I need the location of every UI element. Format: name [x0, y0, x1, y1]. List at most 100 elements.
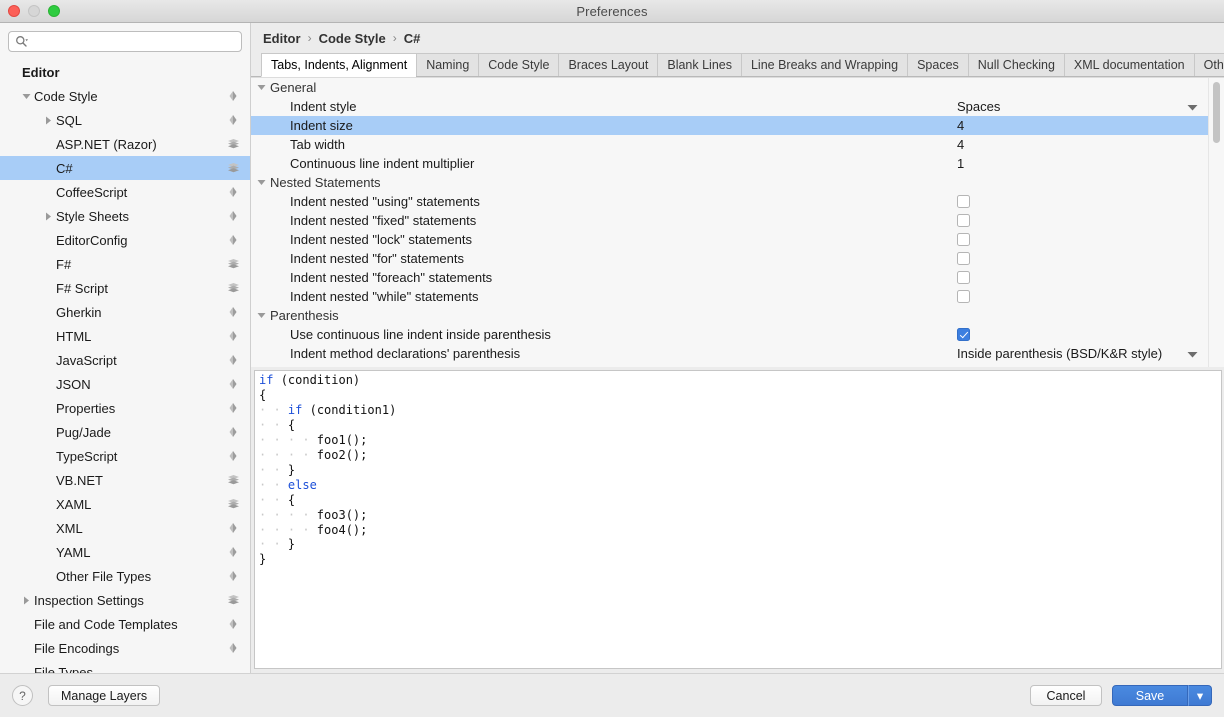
option-value-cell[interactable]: 4 [957, 137, 1208, 152]
tab-code-style[interactable]: Code Style [478, 53, 559, 76]
sidebar-item-gherkin[interactable]: Gherkin [0, 300, 250, 324]
code-keyword: if [287, 402, 303, 417]
option-row[interactable]: Nested Statements [251, 173, 1208, 192]
option-row[interactable]: Parenthesis [251, 306, 1208, 325]
sidebar-item-other-file-types[interactable]: Other File Types [0, 564, 250, 588]
twisty-collapsed-icon[interactable] [42, 116, 54, 125]
options-list[interactable]: General Indent style Spaces Indent size 4 Tab… [251, 78, 1208, 367]
option-value-cell[interactable] [957, 290, 1208, 303]
option-value-cell[interactable]: 1 [957, 156, 1208, 171]
tab-naming[interactable]: Naming [416, 53, 479, 76]
option-value-cell[interactable] [957, 233, 1208, 246]
search-input[interactable] [31, 34, 235, 49]
option-value-cell[interactable] [957, 195, 1208, 208]
help-button[interactable]: ? [12, 685, 33, 706]
option-value-cell[interactable]: Spaces [957, 99, 1208, 114]
sidebar-item-xml[interactable]: XML [0, 516, 250, 540]
diamond-icon [226, 618, 240, 630]
manage-layers-button[interactable]: Manage Layers [48, 685, 161, 706]
sidebar-item-c[interactable]: C# [0, 156, 250, 180]
sidebar-item-file-and-code-templates[interactable]: File and Code Templates [0, 612, 250, 636]
zoom-window-icon[interactable] [48, 5, 60, 17]
checkbox-unchecked[interactable] [957, 271, 970, 284]
twisty-collapsed-icon[interactable] [42, 212, 54, 221]
twisty-expanded-icon[interactable] [255, 83, 268, 92]
sidebar-item-file-encodings[interactable]: File Encodings [0, 636, 250, 660]
option-row[interactable]: Use continuous line indent inside parent… [251, 325, 1208, 344]
sidebar-item-file-types[interactable]: File Types [0, 660, 250, 674]
breadcrumb-item[interactable]: Code Style [319, 31, 386, 46]
sidebar-item-editor[interactable]: Editor [0, 60, 250, 84]
sidebar-item-json[interactable]: JSON [0, 372, 250, 396]
sidebar-item-asp-net-razor[interactable]: ASP.NET (Razor) [0, 132, 250, 156]
options-scrollbar-thumb[interactable] [1213, 82, 1220, 143]
checkbox-unchecked[interactable] [957, 195, 970, 208]
option-row[interactable]: Indent nested "for" statements [251, 249, 1208, 268]
tab-null-checking[interactable]: Null Checking [967, 53, 1064, 76]
tab-line-breaks-and-wrapping[interactable]: Line Breaks and Wrapping [740, 53, 908, 76]
sidebar-item-code-style[interactable]: Code Style [0, 84, 250, 108]
option-row[interactable]: Continuous line indent multiplier 1 [251, 154, 1208, 173]
code-preview[interactable]: if (condition){· · if (condition1) · · {·… [254, 370, 1222, 669]
breadcrumb-item[interactable]: C# [404, 31, 421, 46]
sidebar-item-sql[interactable]: SQL [0, 108, 250, 132]
tab-braces-layout[interactable]: Braces Layout [558, 53, 658, 76]
option-row[interactable]: Indent nested "fixed" statements [251, 211, 1208, 230]
option-row[interactable]: Indent size 4 [251, 116, 1208, 135]
tab-spaces[interactable]: Spaces [907, 53, 968, 76]
settings-tree[interactable]: Editor Code Style SQL ASP.NET (Razor) C# Coff… [0, 58, 250, 673]
sidebar-item-yaml[interactable]: YAML [0, 540, 250, 564]
sidebar-item-f[interactable]: F# [0, 252, 250, 276]
twisty-collapsed-icon[interactable] [20, 596, 32, 605]
option-row[interactable]: General [251, 78, 1208, 97]
search-box[interactable] [8, 31, 242, 52]
tab-blank-lines[interactable]: Blank Lines [657, 53, 741, 76]
sidebar-item-editorconfig[interactable]: EditorConfig [0, 228, 250, 252]
checkbox-checked[interactable] [957, 328, 970, 341]
sidebar-item-properties[interactable]: Properties [0, 396, 250, 420]
close-window-icon[interactable] [8, 5, 20, 17]
sidebar-item-style-sheets[interactable]: Style Sheets [0, 204, 250, 228]
tab-strip[interactable]: Tabs, Indents, Alignment Naming Code Style… [251, 53, 1224, 77]
save-button[interactable]: Save [1112, 685, 1188, 706]
breadcrumb-item[interactable]: Editor [263, 31, 301, 46]
option-row[interactable]: Indent nested "foreach" statements [251, 268, 1208, 287]
option-row[interactable]: Indent nested "using" statements [251, 192, 1208, 211]
sidebar-item-vb-net[interactable]: VB.NET [0, 468, 250, 492]
option-row[interactable]: Indent nested "while" statements [251, 287, 1208, 306]
option-value-cell[interactable] [957, 328, 1208, 341]
option-value-cell[interactable]: 4 [957, 118, 1208, 133]
twisty-expanded-icon[interactable] [20, 92, 32, 101]
save-dropdown-caret-icon[interactable]: ▾ [1188, 685, 1212, 706]
cancel-button[interactable]: Cancel [1030, 685, 1102, 706]
option-value-cell[interactable] [957, 252, 1208, 265]
chevron-down-icon[interactable] [1187, 346, 1198, 361]
option-row[interactable]: Tab width 4 [251, 135, 1208, 154]
option-value-cell[interactable]: Inside parenthesis (BSD/K&R style) [957, 346, 1208, 361]
minimize-window-icon[interactable] [28, 5, 40, 17]
checkbox-unchecked[interactable] [957, 214, 970, 227]
checkbox-unchecked[interactable] [957, 290, 970, 303]
option-value-cell[interactable] [957, 271, 1208, 284]
tab-tabs-indents-alignment[interactable]: Tabs, Indents, Alignment [261, 53, 417, 77]
tab-other[interactable]: Other [1193, 53, 1224, 76]
sidebar-item-inspection-settings[interactable]: Inspection Settings [0, 588, 250, 612]
checkbox-unchecked[interactable] [957, 252, 970, 265]
option-row[interactable]: Indent nested "lock" statements [251, 230, 1208, 249]
twisty-expanded-icon[interactable] [255, 311, 268, 320]
chevron-down-icon[interactable] [1187, 99, 1198, 114]
tab-xml-documentation[interactable]: XML documentation [1063, 53, 1194, 76]
sidebar-item-xaml[interactable]: XAML [0, 492, 250, 516]
sidebar-item-f-script[interactable]: F# Script [0, 276, 250, 300]
option-row[interactable]: Indent style Spaces [251, 97, 1208, 116]
sidebar-item-typescript[interactable]: TypeScript [0, 444, 250, 468]
options-scrollbar[interactable] [1208, 78, 1224, 367]
sidebar-item-javascript[interactable]: JavaScript [0, 348, 250, 372]
sidebar-item-coffeescript[interactable]: CoffeeScript [0, 180, 250, 204]
checkbox-unchecked[interactable] [957, 233, 970, 246]
twisty-expanded-icon[interactable] [255, 178, 268, 187]
option-value-cell[interactable] [957, 214, 1208, 227]
option-row[interactable]: Indent method declarations' parenthesis I… [251, 344, 1208, 363]
sidebar-item-pug-jade[interactable]: Pug/Jade [0, 420, 250, 444]
sidebar-item-html[interactable]: HTML [0, 324, 250, 348]
